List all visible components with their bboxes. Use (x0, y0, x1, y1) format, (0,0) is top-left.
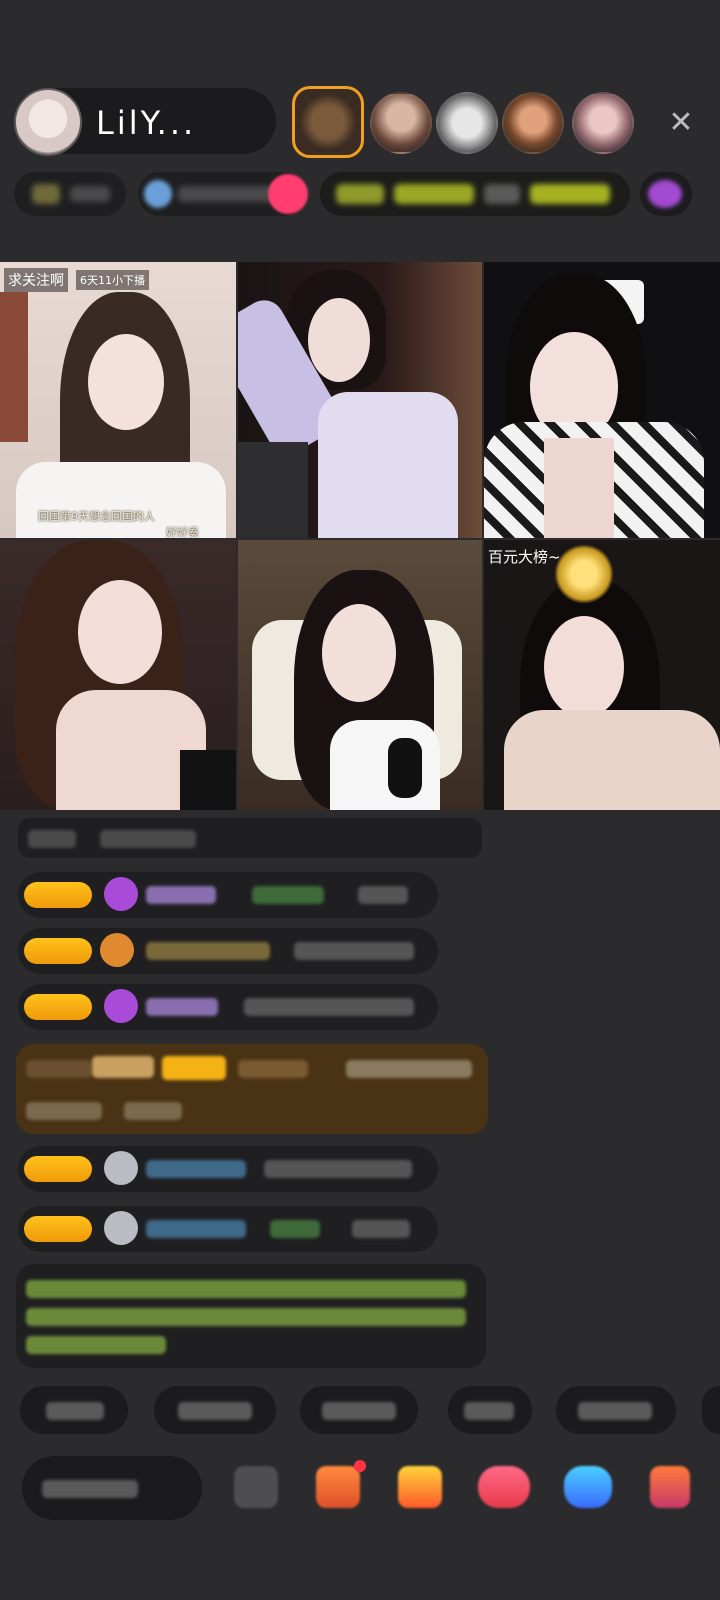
user-avatar-icon (104, 1211, 138, 1245)
viewer-avatar[interactable] (502, 92, 564, 154)
stream-tile[interactable] (238, 262, 482, 538)
fan-badge-icon (100, 933, 134, 967)
viewer-avatar[interactable] (370, 92, 432, 154)
level-badge (24, 882, 92, 908)
tile-caption: 好好奏 (166, 526, 199, 538)
stream-tile[interactable] (484, 262, 720, 538)
tile-tag: 百元大榜~ (488, 548, 561, 566)
level-badge (24, 994, 92, 1020)
quick-reply-button[interactable] (20, 1386, 128, 1434)
stream-tile[interactable]: 求关注啊 6天11小下播 回国第9天想念回国的人 好好奏 (0, 262, 236, 538)
viewer-avatar[interactable] (572, 92, 634, 154)
quick-reply-button[interactable] (448, 1386, 532, 1434)
gift-box-icon[interactable] (316, 1466, 360, 1508)
diamond-icon (104, 877, 138, 911)
viewer-avatar[interactable] (436, 92, 498, 154)
level-badge (24, 938, 92, 964)
quick-reply-button[interactable] (300, 1386, 418, 1434)
fan-club-icon[interactable] (398, 1466, 442, 1508)
stream-tile[interactable] (0, 540, 236, 810)
chat-message[interactable] (18, 984, 438, 1030)
emoji-icon[interactable] (234, 1466, 278, 1508)
host-avatar-icon[interactable] (14, 88, 82, 156)
rank-chip[interactable] (14, 172, 126, 216)
tile-caption: 回国第9天想念回国的人 (38, 510, 155, 523)
info-chip-row (14, 172, 702, 220)
gift-chip-icon[interactable] (268, 174, 308, 214)
chat-message[interactable] (18, 1146, 438, 1192)
comment-input[interactable] (22, 1456, 202, 1520)
chat-message[interactable] (18, 1206, 438, 1252)
close-icon[interactable]: ✕ (664, 106, 698, 140)
gift-message-banner[interactable] (16, 1044, 488, 1134)
quick-reply-button[interactable] (154, 1386, 276, 1434)
more-icon[interactable] (650, 1466, 690, 1508)
diamond-icon (104, 989, 138, 1023)
tile-tag: 6天11小下播 (76, 270, 149, 290)
chat-message[interactable] (18, 872, 438, 918)
stream-tile[interactable]: 百元大榜~ (484, 540, 720, 810)
purple-badge-icon[interactable] (640, 172, 692, 216)
host-name: LilY... (96, 104, 197, 142)
viewer-avatar-featured[interactable] (292, 86, 364, 158)
task-chip[interactable] (320, 172, 630, 216)
chat-message[interactable] (18, 818, 482, 858)
level-badge (24, 1216, 92, 1242)
system-notice (16, 1264, 486, 1368)
level-badge (24, 1156, 92, 1182)
quick-reply-button[interactable] (556, 1386, 676, 1434)
quick-reply-button[interactable] (702, 1386, 720, 1434)
share-icon[interactable] (564, 1466, 612, 1508)
heart-icon[interactable] (478, 1466, 530, 1508)
notification-dot (354, 1460, 366, 1472)
tile-tag: 求关注啊 (4, 268, 68, 292)
chat-message[interactable] (18, 928, 438, 974)
user-avatar-icon (104, 1151, 138, 1185)
stream-grid: 求关注啊 6天11小下播 回国第9天想念回国的人 好好奏 百元大榜~ (0, 262, 720, 810)
stream-tile[interactable] (238, 540, 482, 810)
